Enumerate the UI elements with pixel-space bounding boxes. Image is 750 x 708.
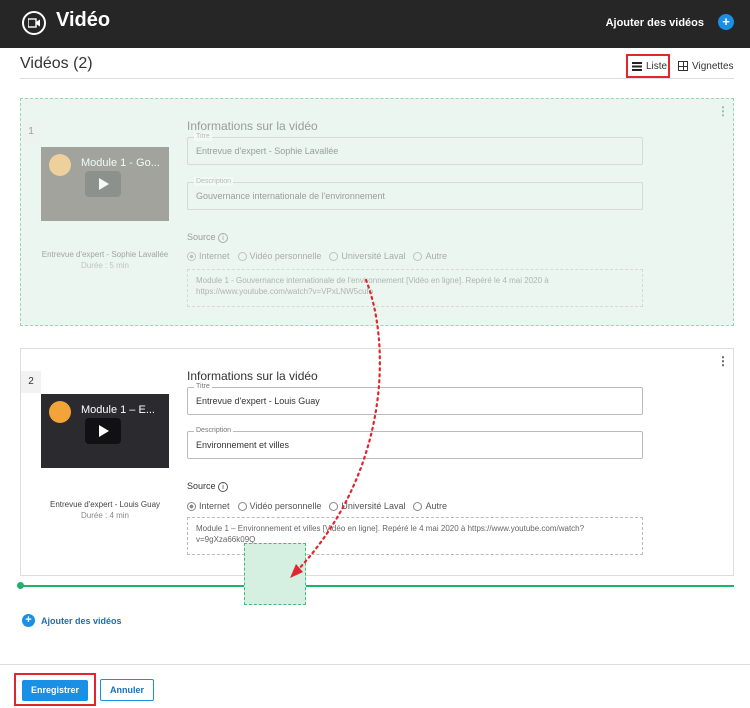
list-icon	[632, 61, 642, 71]
video-number: 2	[21, 371, 41, 393]
add-videos-header-link[interactable]: Ajouter des vidéos	[606, 17, 704, 29]
caption-duration: Durée : 5 min	[80, 261, 130, 270]
more-options-icon[interactable]: ⋮	[717, 354, 729, 368]
source-radio[interactable]: Vidéo personnelle	[237, 251, 321, 261]
video-number: 1	[21, 121, 41, 143]
title-field[interactable]: Titre Entrevue d'expert - Sophie Lavallé…	[187, 132, 643, 165]
description-field[interactable]: Description Gouvernance internationale d…	[187, 177, 643, 210]
video-card[interactable]: ⋮ 1 Module 1 - Go... Entrevue d'expert -…	[20, 98, 734, 326]
cancel-button[interactable]: Annuler	[100, 679, 154, 701]
title-value: Entrevue d'expert - Louis Guay	[196, 396, 320, 406]
reference-box[interactable]: Module 1 - Gouvernance internationale de…	[187, 269, 643, 307]
info-icon[interactable]: i	[218, 482, 229, 492]
add-videos-label: Ajouter des vidéos	[41, 615, 122, 626]
view-list-button[interactable]: Liste	[626, 54, 670, 78]
description-label: Description	[194, 426, 234, 435]
description-value: Gouvernance internationale de l'environn…	[196, 191, 385, 201]
source-options: Internet Vidéo personnelle Université La…	[187, 501, 447, 511]
app-title: Vidéo	[56, 9, 111, 31]
info-icon[interactable]: i	[218, 233, 229, 243]
save-highlight: Enregistrer	[14, 673, 96, 706]
source-label: Source i	[187, 481, 229, 492]
play-icon[interactable]	[85, 418, 121, 444]
play-icon[interactable]	[85, 171, 121, 197]
grid-icon	[678, 61, 688, 71]
source-radio[interactable]: Internet	[187, 251, 230, 261]
source-radio[interactable]: Université Laval	[329, 501, 405, 511]
description-label: Description	[194, 177, 234, 186]
source-radio[interactable]: Internet	[187, 501, 230, 511]
source-radio[interactable]: Autre	[413, 501, 447, 511]
view-list-label: Liste	[646, 60, 668, 72]
add-videos-link[interactable]: + Ajouter des vidéos	[22, 614, 122, 627]
video-camera-icon	[22, 11, 46, 35]
drag-ghost	[244, 543, 306, 605]
source-radio[interactable]: Université Laval	[329, 251, 405, 261]
add-plus-icon[interactable]: +	[718, 14, 734, 30]
title-field[interactable]: Titre Entrevue d'expert - Louis Guay	[187, 382, 643, 415]
source-radio[interactable]: Autre	[413, 251, 447, 261]
drop-indicator-line	[20, 585, 734, 587]
source-options: Internet Vidéo personnelle Université La…	[187, 251, 447, 261]
info-heading: Informations sur la vidéo	[187, 369, 318, 383]
description-value: Environnement et villes	[196, 440, 290, 450]
view-thumbnails-button[interactable]: Vignettes	[678, 54, 734, 78]
thumbnail-title: Module 1 - Go...	[81, 157, 160, 169]
caption-duration: Durée : 4 min	[80, 511, 130, 520]
info-heading: Informations sur la vidéo	[187, 119, 318, 133]
video-card[interactable]: ⋮ 2 Module 1 – E... Entrevue d'expert - …	[20, 348, 734, 576]
save-button[interactable]: Enregistrer	[22, 680, 88, 701]
top-bar: Vidéo Ajouter des vidéos +	[0, 0, 750, 48]
course-logo-icon	[49, 401, 71, 423]
source-label: Source i	[187, 232, 229, 243]
video-thumbnail[interactable]: Module 1 - Go...	[41, 147, 169, 221]
title-value: Entrevue d'expert - Sophie Lavallée	[196, 146, 339, 156]
caption-title: Entrevue d'expert - Sophie Lavallée	[41, 250, 169, 259]
view-thumbnails-label: Vignettes	[692, 60, 734, 72]
video-caption: Entrevue d'expert - Sophie Lavallée Duré…	[41, 249, 169, 271]
footer-divider	[0, 664, 750, 665]
video-caption: Entrevue d'expert - Louis Guay Durée : 4…	[41, 499, 169, 521]
drop-indicator-dot	[17, 582, 24, 589]
header-divider	[20, 78, 734, 79]
course-logo-icon	[49, 154, 71, 176]
source-radio[interactable]: Vidéo personnelle	[237, 501, 321, 511]
thumbnail-title: Module 1 – E...	[81, 404, 155, 416]
caption-title: Entrevue d'expert - Louis Guay	[49, 500, 161, 509]
page-title: Vidéos (2)	[20, 55, 93, 72]
title-label: Titre	[194, 382, 212, 391]
more-options-icon[interactable]: ⋮	[717, 104, 729, 118]
video-thumbnail[interactable]: Module 1 – E...	[41, 394, 169, 468]
add-plus-icon: +	[22, 614, 35, 627]
description-field[interactable]: Description Environnement et villes	[187, 426, 643, 459]
title-label: Titre	[194, 132, 212, 141]
